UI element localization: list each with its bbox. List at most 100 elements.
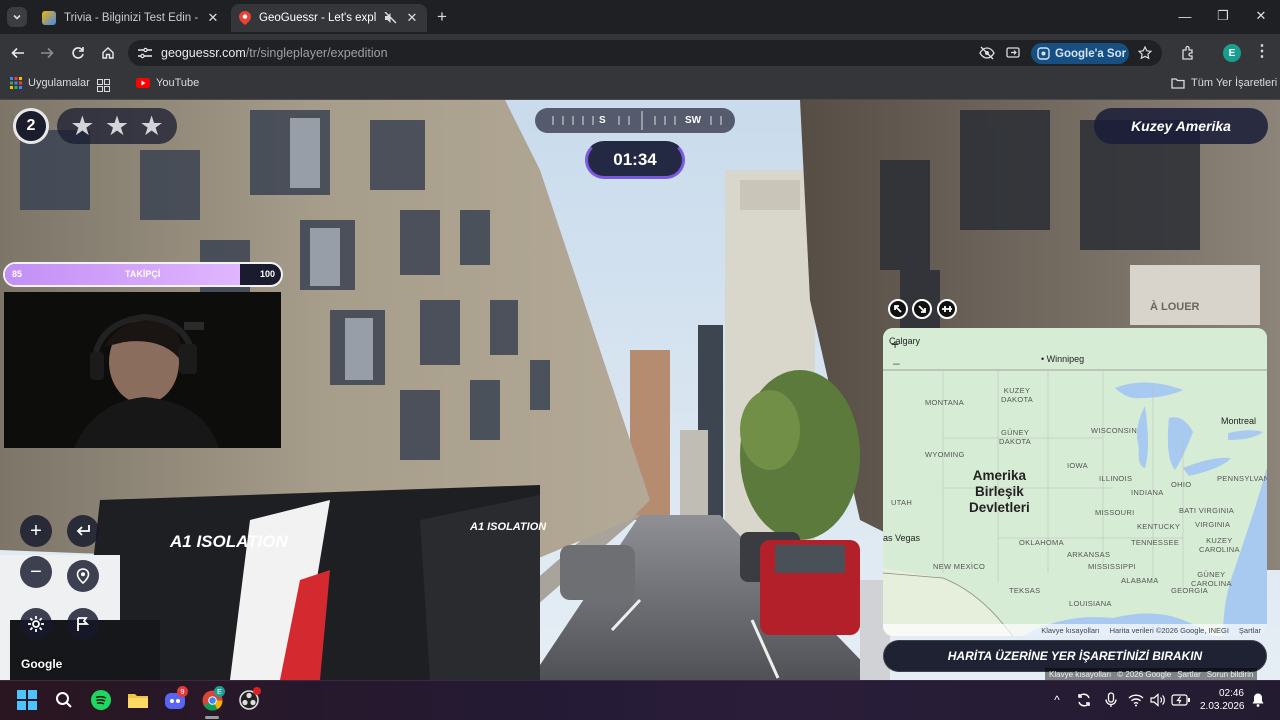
report-problem-link[interactable]: Sorun bildirin [1207,670,1254,679]
terms-link[interactable]: Şartlar [1177,670,1201,679]
extensions-icon[interactable] [1180,45,1196,61]
google-lens-icon [1037,47,1050,60]
report-flag-button[interactable] [67,608,99,640]
map-state-label-missouri: MISSOURI [1095,508,1135,517]
forward-button[interactable] [35,41,59,65]
map-expand-button[interactable] [888,299,908,319]
address-bar[interactable]: geoguessr.com/tr/singleplayer/expedition [128,40,1162,66]
chrome-app[interactable]: E [198,686,226,713]
clock-date: 2.03.2026 [1200,701,1245,712]
map-city-label-winnipeg: • Winnipeg [1041,354,1085,364]
profile-badge: E [214,686,225,697]
ask-google-button[interactable]: Google'a Sor [1031,43,1129,64]
tab-search-button[interactable] [7,7,27,27]
new-tab-button[interactable]: + [433,8,451,26]
home-button[interactable] [96,41,120,65]
map-shrink-button[interactable] [912,299,932,319]
reload-button[interactable] [66,41,90,65]
map-state-label-montana: MONTANA [925,398,965,407]
countdown-timer: 01:34 [585,141,685,179]
map-state-label-wyoming: WYOMING [925,450,965,459]
close-window-button[interactable]: ✕ [1242,0,1280,32]
chevron-down-icon [13,14,21,20]
search-button[interactable] [50,687,78,713]
folder-icon [128,694,148,708]
maximize-button[interactable]: ❐ [1204,0,1242,32]
sync-icon[interactable] [1076,692,1092,708]
url-text: geoguessr.com/tr/singleplayer/expedition [161,46,388,60]
tab-trivia[interactable]: Trivia - Bilginizi Test Edin - Quiz ✕ [34,4,228,32]
bookmark-label: YouTube [156,77,200,89]
close-tab-icon[interactable]: ✕ [405,10,419,26]
star-icon: ★ [104,110,130,141]
system-clock[interactable]: 02:46 2.03.2026 [1200,687,1245,713]
compass-ticks [552,111,722,130]
map-pin-favicon [239,11,251,25]
obs-app[interactable] [235,687,263,713]
map-state-label-louisiana: LOUISIANA [1069,599,1112,608]
file-explorer-app[interactable] [124,687,152,713]
map-state-label-indiana: INDIANA [1131,488,1164,497]
menu-kebab-icon[interactable]: ⋮ [1254,42,1270,62]
map-state-label-north-carolina: KUZEY CAROLINA [1199,536,1240,554]
map-state-label-kentucky: KENTUCKY [1137,522,1181,531]
trivia-favicon [42,11,56,25]
grid-icon[interactable] [97,79,110,92]
keyboard-shortcuts-link[interactable]: Klavye kısayolları [1041,626,1099,635]
keyboard-shortcuts-link[interactable]: Klavye kısayolları [1049,670,1111,679]
youtube-icon [136,78,150,88]
tab-title: Trivia - Bilginizi Test Edin - Quiz [64,12,198,24]
url-path: /tr/singleplayer/expedition [245,46,388,60]
bookmark-apps[interactable]: Uygulamalar [10,77,90,89]
site-info-icon[interactable] [138,47,152,59]
map-state-label-ohio: OHIO [1171,480,1192,489]
streamer-silhouette [4,292,281,448]
battery-icon[interactable] [1171,694,1191,706]
truck-logo-text-2: A1 ISOLATION [469,521,547,533]
pushpin-icon [942,306,952,312]
undo-button[interactable] [67,515,99,547]
arrow-down-right-icon [918,305,926,313]
spotify-app[interactable] [87,687,115,713]
map-zoom-out[interactable]: – [893,356,900,370]
all-bookmarks[interactable]: Tüm Yer İşaretleri [1171,77,1277,89]
settings-button[interactable] [20,608,52,640]
volume-icon[interactable] [1150,693,1166,707]
follower-max: 100 [260,269,276,279]
zoom-out-button[interactable]: − [20,556,52,588]
close-tab-icon[interactable]: ✕ [206,10,220,26]
map-state-label-arkansas: ARKANSAS [1067,550,1111,559]
profile-avatar[interactable]: E [1223,44,1241,62]
map-zoom-in[interactable]: + [891,336,899,352]
bookmark-star-icon[interactable] [1138,46,1152,60]
notification-bell-icon[interactable] [1251,692,1265,708]
muted-audio-icon[interactable] [384,12,397,24]
browser-toolbar: geoguessr.com/tr/singleplayer/expedition… [0,34,1280,72]
bookmark-label: Uygulamalar [28,77,90,89]
bookmark-youtube[interactable]: YouTube [136,77,199,89]
discord-app[interactable]: 9 [161,686,189,713]
bookmarks-bar: Uygulamalar YouTube Tüm Yer İşaretleri [0,72,1280,100]
zoom-in-button[interactable]: + [20,515,52,547]
compass-south: S [599,115,606,126]
tab-strip: Trivia - Bilginizi Test Edin - Quiz ✕ Ge… [0,0,1280,34]
map-country-label: Amerika Birleşik Devletleri [969,468,1030,515]
start-button[interactable] [13,687,41,713]
eye-off-icon[interactable] [979,46,995,60]
microphone-icon[interactable] [1105,692,1117,708]
map-city-label-las-vegas: as Vegas [883,533,921,543]
tab-geoguessr[interactable]: GeoGuessr - Let's explore the world! ✕ [231,4,427,32]
minimize-button[interactable]: — [1166,0,1204,32]
return-to-start-button[interactable] [67,560,99,592]
wifi-icon[interactable] [1128,693,1144,707]
home-icon [102,47,114,59]
map-pin-toggle-button[interactable] [937,299,957,319]
show-hidden-icons[interactable]: ^ [1050,690,1064,710]
location-pin-icon [76,568,90,584]
back-button[interactable] [6,41,30,65]
terms-link[interactable]: Şartlar [1239,626,1261,635]
guess-map[interactable]: MONTANA KUZEY DAKOTA GÜNEY DAKOTA WYOMING WI… [883,328,1267,636]
streetview-panorama[interactable]: A1 ISOLATION A1 ISOLATION À LOUER 2 ★ ★ ★ … [0,100,1280,680]
map-state-label-tennessee: TENNESSEE [1131,538,1180,547]
cast-icon[interactable] [1006,47,1020,60]
